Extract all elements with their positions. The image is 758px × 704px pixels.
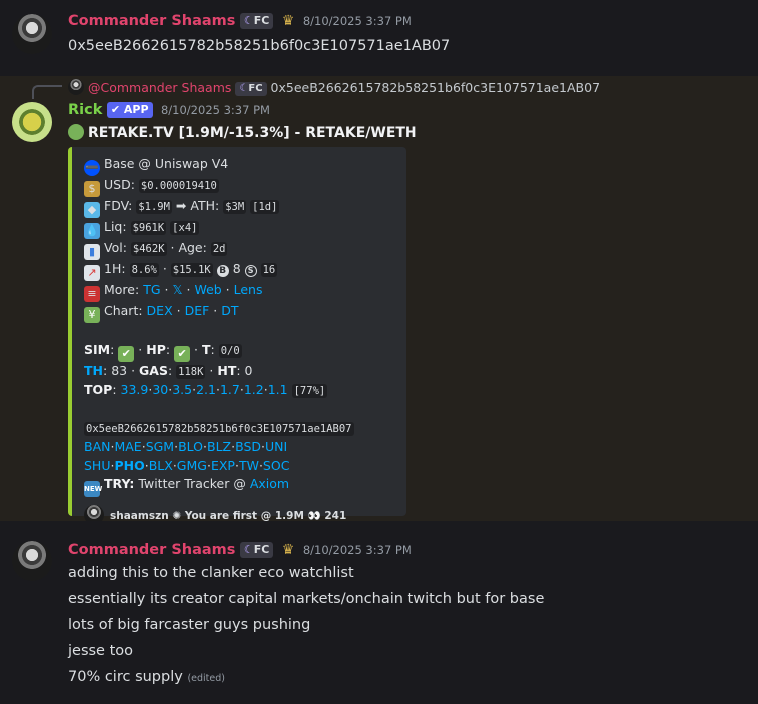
money-bag-icon: $ (84, 181, 100, 197)
link-dt[interactable]: DT (221, 303, 238, 318)
reply-text: 0x5eeB2662615782b58251b6f0c3E107571ae1AB… (270, 80, 601, 95)
link-tg[interactable]: TG (143, 282, 160, 297)
avatar[interactable] (12, 102, 52, 142)
bots-row-2: SHU·PHO·BLX·GMG·EXP·TW·SOC (84, 457, 290, 473)
crown-icon: ♛ (281, 542, 295, 558)
more-row: ≡ More: TG · 𝕏 · Web · Lens (84, 281, 394, 302)
app-badge: ✔ APP (106, 102, 153, 118)
top-holder-link[interactable]: 30 (152, 382, 168, 397)
username[interactable]: Rick (68, 102, 102, 118)
bot-link[interactable]: BLO (178, 439, 203, 454)
avatar[interactable] (12, 14, 52, 54)
fdv-row: ◆ FDV: $1.9M ➡ ATH: $3M [1d] (84, 197, 394, 218)
link-x[interactable]: 𝕏 (172, 282, 182, 297)
gem-icon: ◆ (84, 202, 100, 218)
bot-link[interactable]: TW (239, 458, 259, 473)
message-text: 0x5eeB2662615782b58251b6f0c3E107571ae1AB… (68, 38, 451, 54)
message-line: 70% circ supply (edited) (68, 669, 225, 685)
moon-icon: ☾ (239, 82, 249, 94)
link-lens[interactable]: Lens (234, 282, 263, 297)
liq-row: 💧 Liq: $961K [x4] (84, 219, 200, 239)
message-line: lots of big farcaster guys pushing (68, 617, 311, 633)
sim-row: SIM: ✔ · HP: ✔ · T: 0/0 (84, 342, 242, 362)
flag-icon: ≡ (84, 286, 100, 302)
embed-title-row: RETAKE.TV [1.9M/-15.3%] - RETAKE/WETH (68, 122, 417, 144)
base-icon: ➖ (84, 160, 100, 176)
usd-row: $ USD: $0.000019410 (84, 176, 394, 197)
top-holder-link[interactable]: 1.7 (220, 382, 240, 397)
reply-preview[interactable]: @Commander Shaams ☾FC 0x5eeB2662615782b5… (68, 79, 600, 96)
pool-row: ➖ Base @ Uniswap V4 (84, 156, 229, 176)
edited-label: (edited) (187, 673, 225, 684)
bot-link[interactable]: SGM (146, 439, 174, 454)
b-icon: B (216, 265, 229, 277)
crown-icon: ♛ (281, 13, 295, 29)
fc-badge: ☾FC (239, 542, 274, 558)
bot-link[interactable]: BLX (149, 458, 173, 473)
s-icon: S (244, 265, 257, 277)
username[interactable]: Commander Shaams (68, 542, 235, 558)
top-holder-link[interactable]: 1.2 (244, 382, 264, 397)
bot-link[interactable]: GMG (177, 458, 207, 473)
link-def[interactable]: DEF (185, 303, 210, 318)
bot-link[interactable]: BAN (84, 439, 110, 454)
bot-link[interactable]: PHO (114, 458, 144, 473)
bot-link[interactable]: MAE (114, 439, 141, 454)
green-circle-icon (68, 124, 84, 140)
top-holder-link[interactable]: 1.1 (268, 382, 288, 397)
avatar[interactable] (12, 541, 52, 581)
fc-badge: ☾FC (239, 13, 274, 29)
vol-row: ▮ Vol: $462K · Age: 2d (84, 239, 394, 260)
top-row: TOP: 33.9·30·3.5·2.1·1.7·1.2·1.1 [77%] (84, 382, 328, 399)
bot-link[interactable]: SOC (263, 458, 290, 473)
top-holder-link[interactable]: 2.1 (196, 382, 216, 397)
top-holder-link[interactable]: 33.9 (121, 382, 149, 397)
droplets-icon: 💧 (84, 223, 100, 239)
chart-icon: ¥ (84, 307, 100, 323)
contract-address[interactable]: 0x5eeB2662615782b58251b6f0c3E107571ae1AB… (84, 421, 354, 436)
timestamp: 8/10/2025 3:37 PM (302, 543, 412, 557)
reply-mention[interactable]: @Commander Shaams (88, 80, 231, 95)
embed-title: RETAKE.TV [1.9M/-15.3%] - RETAKE/WETH (88, 125, 417, 141)
link-web[interactable]: Web (194, 282, 221, 297)
token-embed: ➖ Base @ Uniswap V4 $ USD: $0.000019410 ◆ F… (68, 147, 406, 526)
reply-connector (32, 85, 62, 99)
username[interactable]: Commander Shaams (68, 13, 235, 29)
reply-avatar (68, 79, 84, 95)
check-mark-icon: ✔ (174, 346, 191, 362)
h1-row: ↗ 1H: 8.6% · $15.1K B 8 S 16 (84, 260, 394, 281)
usd-value: $0.000019410 (138, 179, 219, 193)
bots-row-1: BAN·MAE·SGM·BLO·BLZ·BSD·UNI (84, 439, 288, 455)
try-row: NEW TRY: Twitter Tracker @ Axiom (84, 475, 394, 498)
timestamp: 8/10/2025 3:37 PM (302, 14, 412, 28)
contract-row: 0x5eeB2662615782b58251b6f0c3E107571ae1AB… (84, 419, 394, 438)
link-dex[interactable]: DEX (147, 303, 173, 318)
top-holder-link[interactable]: 3.5 (172, 382, 192, 397)
message-1: Commander Shaams ☾FC ♛ 8/10/2025 3:37 PM… (0, 0, 758, 76)
message-line: jesse too (68, 643, 134, 659)
bar-chart-icon: ▮ (84, 244, 100, 260)
message-line: adding this to the clanker eco watchlist (68, 565, 354, 581)
arrow-icon: ➡ (175, 198, 187, 213)
check-icon: ✔ (110, 103, 121, 116)
chart-up-icon: ↗ (84, 265, 100, 281)
message-3: Commander Shaams ☾FC ♛ 8/10/2025 3:37 PM… (0, 521, 758, 704)
bot-link[interactable]: BLZ (207, 439, 231, 454)
chart-row: ¥ Chart: DEX · DEF · DT (84, 302, 394, 323)
moon-icon: ☾ (243, 14, 254, 27)
bot-link[interactable]: BSD (235, 439, 261, 454)
timestamp: 8/10/2025 3:37 PM (160, 103, 270, 117)
fc-badge: ☾FC (235, 81, 267, 96)
message-line: essentially its creator capital markets/… (68, 591, 545, 607)
axiom-link[interactable]: Axiom (250, 476, 289, 491)
moon-icon: ☾ (243, 543, 254, 556)
th-row: TH: 83 · GAS: 118K · HT: 0 (84, 363, 253, 379)
bot-link[interactable]: UNI (265, 439, 287, 454)
check-mark-icon: ✔ (118, 346, 135, 362)
bot-link[interactable]: SHU (84, 458, 110, 473)
new-icon: NEW (84, 481, 102, 498)
bot-link[interactable]: EXP (211, 458, 235, 473)
